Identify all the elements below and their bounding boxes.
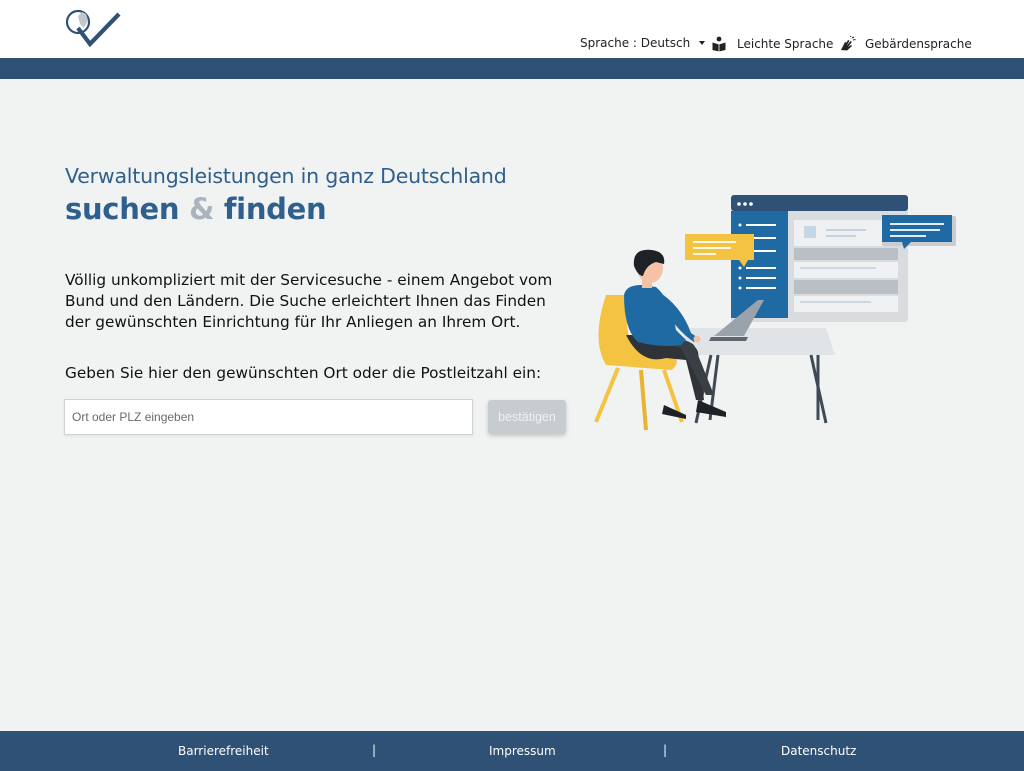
site-header: Sprache : Deutsch Leichte Sprache Gebärd… xyxy=(0,0,1024,58)
easy-language-link[interactable]: Leichte Sprache xyxy=(711,36,833,52)
site-footer: Barrierefreiheit | Impressum | Datenschu… xyxy=(0,731,1024,771)
language-dropdown[interactable]: Sprache : Deutsch xyxy=(580,36,706,50)
footer-separator: | xyxy=(372,743,377,757)
hero-title-ampersand: & xyxy=(189,192,215,226)
footer-link-imprint[interactable]: Impressum xyxy=(489,744,556,758)
hero-title: suchen & finden xyxy=(65,192,585,226)
search-prompt: Geben Sie hier den gewünschten Ort oder … xyxy=(65,364,542,382)
footer-separator: | xyxy=(663,743,668,757)
language-label: Sprache : Deutsch xyxy=(580,36,691,50)
caret-down-icon xyxy=(699,41,706,45)
footer-link-privacy[interactable]: Datenschutz xyxy=(781,744,856,758)
sign-language-link[interactable]: Gebärdensprache xyxy=(838,36,972,52)
confirm-button[interactable]: bestätigen xyxy=(488,400,566,434)
hero-title-part1: suchen xyxy=(65,192,180,226)
location-search-input[interactable] xyxy=(64,399,473,435)
sign-hands-icon xyxy=(841,36,856,51)
sign-language-label: Gebärdensprache xyxy=(865,37,972,51)
intro-text: Völlig unkompliziert mit der Servicesuch… xyxy=(65,271,553,331)
header-divider-bar xyxy=(0,58,1024,79)
hero-heading: Verwaltungsleistungen in ganz Deutschlan… xyxy=(65,164,585,226)
footer-link-accessibility[interactable]: Barrierefreiheit xyxy=(178,744,269,758)
top-navigation: Sprache : Deutsch Leichte Sprache Gebärd… xyxy=(0,36,1024,56)
easy-language-label: Leichte Sprache xyxy=(737,37,834,51)
hero-title-part2: finden xyxy=(223,192,327,226)
person-at-desk-illustration xyxy=(594,195,956,431)
reading-book-icon xyxy=(712,36,726,52)
hero-subtitle: Verwaltungsleistungen in ganz Deutschlan… xyxy=(65,164,507,188)
